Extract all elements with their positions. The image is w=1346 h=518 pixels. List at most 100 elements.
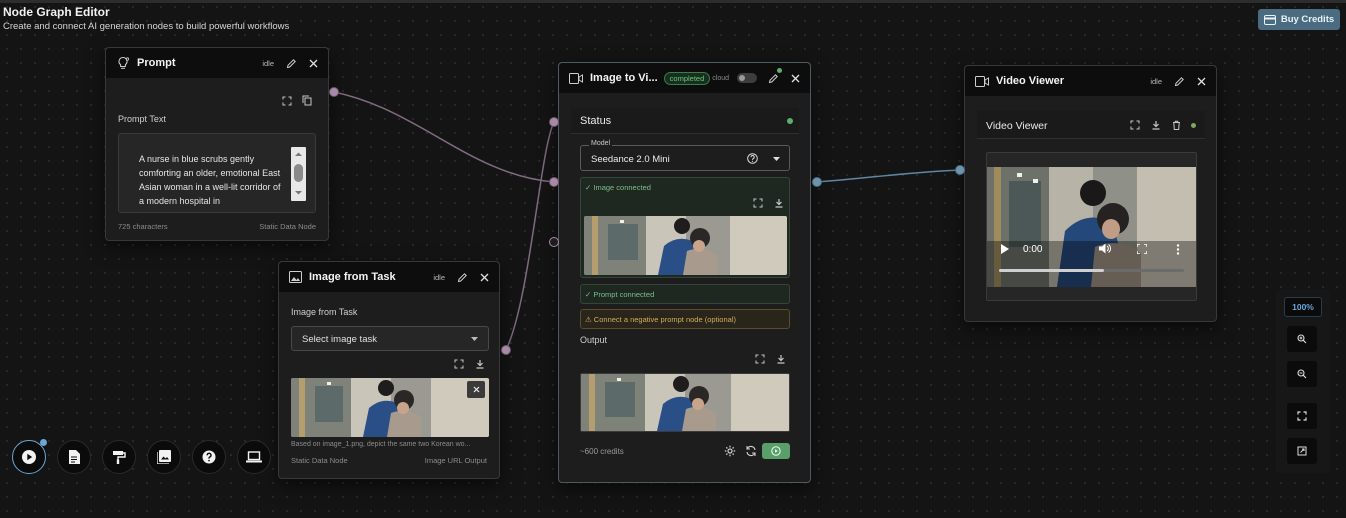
close-icon[interactable]	[480, 273, 489, 282]
image-from-task-status: idle	[433, 272, 445, 282]
laptop-icon	[246, 451, 262, 463]
image-output-port[interactable]	[501, 345, 511, 355]
video-viewer-status: idle	[1150, 76, 1162, 86]
image-to-video-node[interactable]: Image to Vi... completed cloud Status Mo…	[558, 62, 811, 483]
download-icon[interactable]	[1151, 120, 1161, 130]
image-node-footer-left: Static Data Node	[291, 456, 348, 465]
run-workflow-button[interactable]	[12, 439, 47, 474]
prompt-connected-label: ✓ Prompt connected	[585, 290, 655, 299]
download-icon[interactable]	[774, 198, 784, 208]
more-options-icon[interactable]	[1176, 244, 1180, 255]
image-task-select[interactable]: Select image task	[291, 326, 489, 351]
prompt-text-label: Prompt Text	[118, 114, 166, 124]
video-player[interactable]: 0:00	[987, 167, 1196, 287]
image-from-task-header[interactable]: Image from Task idle	[279, 262, 499, 292]
input-image-preview	[584, 216, 787, 275]
document-button[interactable]	[57, 440, 91, 474]
video-viewer-inner-title: Video Viewer	[986, 120, 1048, 132]
download-icon[interactable]	[776, 354, 786, 364]
image-from-task-label: Image from Task	[291, 307, 358, 317]
model-select[interactable]: Model Seedance 2.0 Mini	[580, 140, 790, 171]
prompt-node[interactable]: Prompt idle Prompt Text A nurse in blue …	[105, 47, 329, 241]
viewer-input-port[interactable]	[955, 165, 965, 175]
image-icon	[157, 450, 171, 464]
gear-icon[interactable]	[724, 445, 736, 457]
download-icon[interactable]	[475, 359, 485, 369]
close-icon[interactable]	[1197, 77, 1206, 86]
zoom-in-button[interactable]	[1287, 326, 1317, 352]
wire-prompt-to-i2v	[333, 91, 555, 183]
image-caption: Based on image_1.png, depict the same tw…	[291, 441, 471, 448]
edit-icon[interactable]	[457, 272, 468, 283]
run-button[interactable]	[762, 443, 790, 459]
refresh-icon[interactable]	[745, 445, 757, 457]
video-frame: 0:00	[986, 152, 1197, 301]
close-icon[interactable]	[309, 59, 318, 68]
laptop-button[interactable]	[237, 440, 271, 474]
model-label: Model	[589, 140, 613, 147]
completed-badge: completed	[663, 71, 711, 85]
video-camera-icon	[975, 75, 989, 87]
image-to-video-header[interactable]: Image to Vi... completed cloud	[559, 63, 810, 93]
expand-icon[interactable]	[753, 198, 763, 208]
expand-icon[interactable]	[1130, 120, 1140, 130]
fit-view-icon	[1297, 411, 1307, 421]
video-viewer-header[interactable]: Video Viewer idle	[965, 66, 1216, 96]
prompt-node-footer-type: Static Data Node	[259, 222, 316, 231]
prompt-textarea[interactable]: A nurse in blue scrubs gently comforting…	[118, 133, 316, 213]
lightbulb-icon	[116, 56, 130, 70]
video-viewer-inner-header: Video Viewer	[977, 111, 1205, 139]
output-preview	[580, 373, 790, 432]
edit-icon[interactable]	[768, 67, 782, 84]
credits-estimate: ~600 credits	[580, 447, 624, 456]
zoom-level: 100%	[1284, 297, 1322, 317]
paint-roller-icon	[112, 450, 126, 464]
play-icon[interactable]	[1001, 244, 1009, 254]
images-button[interactable]	[147, 440, 181, 474]
prompt-node-header[interactable]: Prompt idle	[106, 48, 328, 78]
i2v-input-port-middle[interactable]	[549, 177, 559, 187]
close-icon[interactable]	[791, 74, 800, 83]
prompt-node-title: Prompt	[137, 57, 176, 69]
fit-view-button[interactable]	[1287, 403, 1317, 429]
trash-icon[interactable]	[1172, 120, 1181, 130]
video-viewer-title: Video Viewer	[996, 75, 1065, 87]
i2v-input-port-bottom[interactable]	[549, 237, 559, 247]
expand-icon[interactable]	[282, 96, 292, 106]
prompt-output-port[interactable]	[329, 87, 339, 97]
task-image-preview	[291, 378, 489, 437]
help-button[interactable]	[192, 440, 226, 474]
copy-icon[interactable]	[302, 95, 312, 106]
char-count: 725 characters	[118, 222, 168, 231]
video-progress-fill	[999, 269, 1105, 272]
help-icon	[202, 450, 216, 464]
wire-image-to-i2v	[505, 121, 555, 351]
image-to-video-title: Image to Vi...	[590, 72, 658, 84]
negative-prompt-hint: ⚠ Connect a negative prompt node (option…	[585, 315, 736, 324]
remove-image-button[interactable]	[467, 381, 485, 398]
video-progress-track[interactable]	[999, 269, 1184, 272]
image-from-task-node[interactable]: Image from Task idle Image from Task Sel…	[278, 261, 500, 479]
paint-button[interactable]	[102, 440, 136, 474]
prompt-text-value: A nurse in blue scrubs gently comforting…	[139, 154, 281, 206]
cloud-toggle[interactable]	[737, 73, 757, 83]
prompt-connected-panel: ✓ Prompt connected	[580, 284, 790, 304]
help-icon[interactable]	[747, 153, 758, 164]
image-node-footer-right: Image URL Output	[424, 456, 487, 465]
i2v-output-port[interactable]	[812, 177, 822, 187]
chevron-down-icon	[471, 337, 478, 341]
edit-icon[interactable]	[286, 58, 297, 69]
expand-icon[interactable]	[755, 354, 765, 364]
video-viewer-node[interactable]: Video Viewer idle Video Viewer 0:00	[964, 65, 1217, 322]
expand-icon[interactable]	[454, 359, 464, 369]
edit-icon[interactable]	[1174, 76, 1185, 87]
volume-icon[interactable]	[1099, 243, 1111, 254]
i2v-input-port-top[interactable]	[549, 117, 559, 127]
notification-dot	[40, 439, 47, 446]
status-label: Status	[580, 115, 612, 127]
fullscreen-icon[interactable]	[1137, 244, 1147, 254]
zoom-out-button[interactable]	[1287, 361, 1317, 387]
textarea-scrollbar[interactable]	[291, 147, 306, 201]
zoom-in-icon	[1297, 334, 1307, 344]
open-external-button[interactable]	[1287, 438, 1317, 464]
